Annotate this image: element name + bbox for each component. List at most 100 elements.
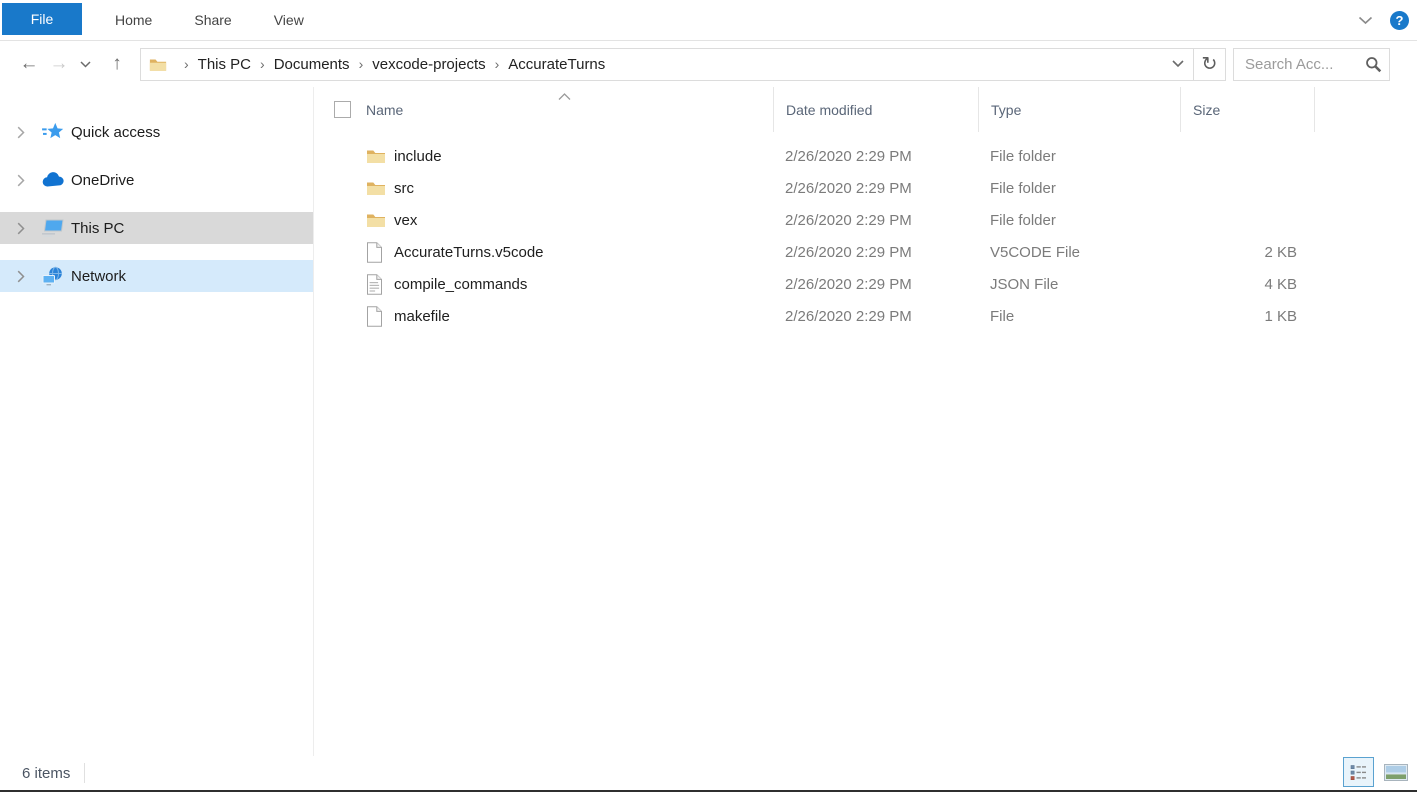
file-date: 2/26/2020 2:29 PM: [773, 180, 978, 197]
file-type: File folder: [978, 212, 1180, 229]
file-date: 2/26/2020 2:29 PM: [773, 244, 978, 261]
quick-access-star-icon: [40, 122, 66, 142]
status-bar: 6 items: [0, 756, 1417, 790]
tab-file[interactable]: File: [2, 3, 82, 35]
forward-button[interactable]: →: [44, 49, 74, 79]
navigation-toolbar: ← → ↑ › This PC › Documents › vexcode-pr…: [0, 41, 1417, 87]
back-button[interactable]: ←: [14, 49, 44, 79]
sidebar-item-label: This PC: [71, 220, 124, 237]
file-size: 4 KB: [1180, 276, 1315, 293]
expand-chevron-icon[interactable]: [11, 270, 31, 283]
folder-icon: [366, 148, 394, 164]
items-count: 6 items: [22, 765, 70, 782]
tab-share-label: Share: [194, 12, 231, 28]
file-row-src[interactable]: src 2/26/2020 2:29 PM File folder: [330, 172, 1417, 204]
sidebar-item-quick-access[interactable]: Quick access: [0, 116, 313, 148]
up-button[interactable]: ↑: [102, 49, 132, 79]
address-dropdown-chevron-icon[interactable]: [1163, 49, 1193, 80]
file-list-pane: Name Date modified Type Size: [314, 87, 1417, 759]
select-all-checkbox[interactable]: [330, 87, 366, 132]
file-type: File: [978, 308, 1180, 325]
file-date: 2/26/2020 2:29 PM: [773, 276, 978, 293]
column-header-size[interactable]: Size: [1180, 87, 1315, 132]
recent-locations-chevron-icon[interactable]: [74, 49, 96, 79]
breadcrumb-separator: ›: [486, 56, 509, 72]
column-header-type[interactable]: Type: [978, 87, 1180, 132]
file-row-accurateturns-v5code[interactable]: AccurateTurns.v5code 2/26/2020 2:29 PM V…: [330, 236, 1417, 268]
file-row-makefile[interactable]: makefile 2/26/2020 2:29 PM File 1 KB: [330, 300, 1417, 332]
address-bar[interactable]: › This PC › Documents › vexcode-projects…: [140, 48, 1226, 81]
navigation-pane: Quick access OneDrive: [0, 87, 314, 759]
tab-view-label: View: [274, 12, 304, 28]
file-row-vex[interactable]: vex 2/26/2020 2:29 PM File folder: [330, 204, 1417, 236]
column-header-name-label: Name: [366, 102, 403, 118]
sidebar-item-network[interactable]: Network: [0, 260, 313, 292]
help-icon[interactable]: ?: [1390, 11, 1409, 30]
column-header-date-label: Date modified: [786, 102, 872, 118]
file-name: AccurateTurns.v5code: [394, 244, 773, 261]
breadcrumb-separator: ›: [350, 56, 373, 72]
network-globe-icon: [40, 266, 66, 286]
column-header-date-modified[interactable]: Date modified: [773, 87, 978, 132]
file-row-compile-commands[interactable]: compile_commands 2/26/2020 2:29 PM JSON …: [330, 268, 1417, 300]
column-header-type-label: Type: [991, 102, 1021, 118]
sort-ascending-icon: [558, 88, 571, 104]
details-view-button[interactable]: [1343, 757, 1374, 787]
expand-chevron-icon[interactable]: [11, 126, 31, 139]
tab-share[interactable]: Share: [173, 4, 252, 36]
tab-home[interactable]: Home: [94, 4, 173, 36]
search-icon[interactable]: [1365, 56, 1382, 78]
file-type: JSON File: [978, 276, 1180, 293]
breadcrumb-documents[interactable]: Documents: [274, 56, 350, 73]
file-icon: [366, 306, 394, 327]
file-type: File folder: [978, 180, 1180, 197]
expand-chevron-icon[interactable]: [11, 222, 31, 235]
help-label: ?: [1396, 13, 1404, 28]
details-view-icon: [1350, 764, 1367, 781]
file-type: File folder: [978, 148, 1180, 165]
breadcrumb-vexcode-projects[interactable]: vexcode-projects: [372, 56, 485, 73]
file-icon: [366, 242, 394, 263]
folder-icon: [366, 180, 394, 196]
onedrive-cloud-icon: [40, 172, 66, 188]
file-name: src: [394, 180, 773, 197]
file-explorer-window: File Home Share View ? ← → ↑: [0, 0, 1417, 792]
sidebar-item-label: OneDrive: [71, 172, 134, 189]
folder-icon: [366, 212, 394, 228]
breadcrumb-this-pc[interactable]: This PC: [198, 56, 251, 73]
file-type: V5CODE File: [978, 244, 1180, 261]
file-date: 2/26/2020 2:29 PM: [773, 148, 978, 165]
file-list: include 2/26/2020 2:29 PM File folder sr…: [330, 140, 1417, 332]
address-folder-icon: [149, 57, 167, 72]
file-name: compile_commands: [394, 276, 773, 293]
breadcrumb-separator: ›: [251, 56, 274, 72]
tab-view[interactable]: View: [253, 4, 325, 36]
breadcrumb-accurateturns[interactable]: AccurateTurns: [508, 56, 605, 73]
file-text-icon: [366, 274, 394, 295]
file-row-include[interactable]: include 2/26/2020 2:29 PM File folder: [330, 140, 1417, 172]
ribbon-collapse-chevron-icon[interactable]: [1354, 10, 1376, 32]
file-name: include: [394, 148, 773, 165]
sidebar-item-label: Network: [71, 268, 126, 285]
file-name: makefile: [394, 308, 773, 325]
sidebar-item-onedrive[interactable]: OneDrive: [0, 164, 313, 196]
ribbon-tabbar: File Home Share View ?: [0, 0, 1417, 41]
column-header-row: Name Date modified Type Size: [330, 87, 1417, 132]
thumbnail-view-icon: [1384, 764, 1408, 781]
sidebar-item-label: Quick access: [71, 124, 160, 141]
file-name: vex: [394, 212, 773, 229]
breadcrumb-separator: ›: [175, 56, 198, 72]
file-size: 1 KB: [1180, 308, 1315, 325]
expand-chevron-icon[interactable]: [11, 174, 31, 187]
file-date: 2/26/2020 2:29 PM: [773, 308, 978, 325]
status-divider: [84, 763, 85, 783]
tab-file-label: File: [31, 11, 54, 27]
tab-home-label: Home: [115, 12, 152, 28]
file-date: 2/26/2020 2:29 PM: [773, 212, 978, 229]
file-size: 2 KB: [1180, 244, 1315, 261]
large-icons-view-button[interactable]: [1380, 757, 1411, 787]
sidebar-item-this-pc[interactable]: This PC: [0, 212, 313, 244]
refresh-icon[interactable]: ↻: [1193, 49, 1225, 80]
column-header-size-label: Size: [1193, 102, 1220, 118]
this-pc-monitor-icon: [40, 219, 66, 238]
